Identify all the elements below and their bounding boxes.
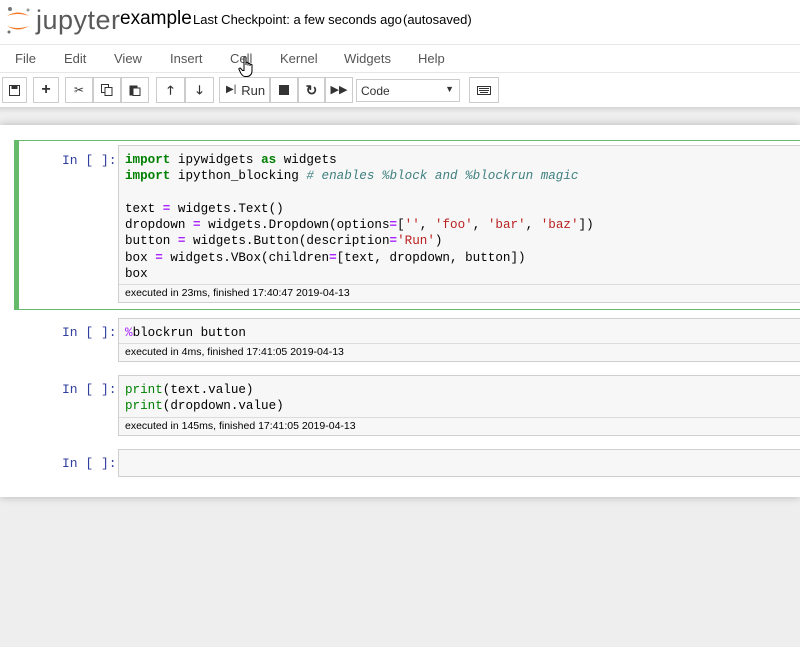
menubar: File Edit View Insert Cell Kernel Widget… [0,44,800,73]
chevron-down-icon: ▼ [445,84,454,94]
code-cell-3[interactable]: In [ ]: print(text.value) print(dropdown… [14,375,800,439]
code-input-area[interactable]: print(text.value) print(dropdown.value) … [118,375,800,436]
toolbar: + ✂ 🡑 🡓 ▶| Run ↻ ▶▶ Code ▼ [0,77,800,103]
code-editor[interactable] [119,450,800,458]
plus-icon: + [41,81,51,98]
code-cell-2[interactable]: In [ ]: %blockrun button executed in 4ms… [14,317,800,363]
menu-help[interactable]: Help [418,51,445,66]
save-button[interactable] [2,77,27,103]
fast-forward-icon: ▶▶ [330,83,348,96]
paste-button[interactable] [121,77,149,103]
menu-view[interactable]: View [114,51,142,66]
menu-file[interactable]: File [15,51,36,66]
copy-icon [101,84,113,96]
restart-run-all-button[interactable]: ▶▶ [325,77,353,103]
menu-widgets[interactable]: Widgets [344,51,391,66]
interrupt-button[interactable] [270,77,298,103]
code-editor[interactable]: %blockrun button [119,319,800,343]
insert-cell-button[interactable]: + [33,77,59,103]
jupyter-logo[interactable]: jupyter [4,4,121,36]
header-shadow [0,107,800,113]
code-input-area[interactable]: import ipywidgets as widgets import ipyt… [118,145,800,304]
execution-info: executed in 145ms, finished 17:41:05 201… [119,416,800,435]
run-button[interactable]: ▶| Run [219,77,270,103]
menu-insert[interactable]: Insert [170,51,203,66]
restart-button[interactable]: ↻ [298,77,325,103]
copy-button[interactable] [93,77,121,103]
hand-cursor-icon [238,56,253,77]
input-prompt: In [ ]: [62,153,117,168]
run-button-label: Run [241,82,266,98]
code-input-area[interactable] [118,449,800,477]
jupyter-logo-icon [7,7,30,34]
cell-type-select[interactable]: Code ▼ [356,79,460,102]
stop-icon [279,85,289,95]
notebook-name[interactable]: example [120,8,192,30]
cut-icon: ✂ [73,83,85,97]
code-cell-4[interactable]: In [ ]: [14,449,800,479]
paste-icon [129,85,141,96]
arrow-up-icon: 🡑 [167,83,174,97]
redo-icon: ↻ [305,82,318,98]
save-icon [9,84,20,96]
notebook-container: In [ ]: import ipywidgets as widgets imp… [0,125,800,497]
command-palette-button[interactable] [469,77,499,103]
autosave-status: (autosaved) [403,12,472,27]
arrow-down-icon: 🡓 [196,83,203,97]
code-editor[interactable]: print(text.value) print(dropdown.value) [119,376,800,417]
code-editor[interactable]: import ipywidgets as widgets import ipyt… [119,146,800,284]
input-prompt: In [ ]: [62,456,117,471]
move-up-button[interactable]: 🡑 [156,77,185,103]
cell-type-value: Code [361,84,390,98]
input-prompt: In [ ]: [62,382,117,397]
execution-info: executed in 4ms, finished 17:41:05 2019-… [119,343,800,361]
logo-text: jupyter [36,5,121,35]
step-forward-icon: ▶| [226,84,237,95]
menu-edit[interactable]: Edit [64,51,86,66]
menu-kernel[interactable]: Kernel [280,51,318,66]
keyboard-icon [477,85,491,95]
cut-button[interactable]: ✂ [65,77,93,103]
execution-info: executed in 23ms, finished 17:40:47 2019… [119,284,800,302]
move-down-button[interactable]: 🡓 [185,77,214,103]
code-cell-1[interactable]: In [ ]: import ipywidgets as widgets imp… [14,140,800,310]
code-input-area[interactable]: %blockrun button executed in 4ms, finish… [118,318,800,363]
input-prompt: In [ ]: [62,325,117,340]
checkpoint-status: Last Checkpoint: a few seconds ago [193,12,402,27]
header: jupyter example Last Checkpoint: a few s… [0,0,800,107]
